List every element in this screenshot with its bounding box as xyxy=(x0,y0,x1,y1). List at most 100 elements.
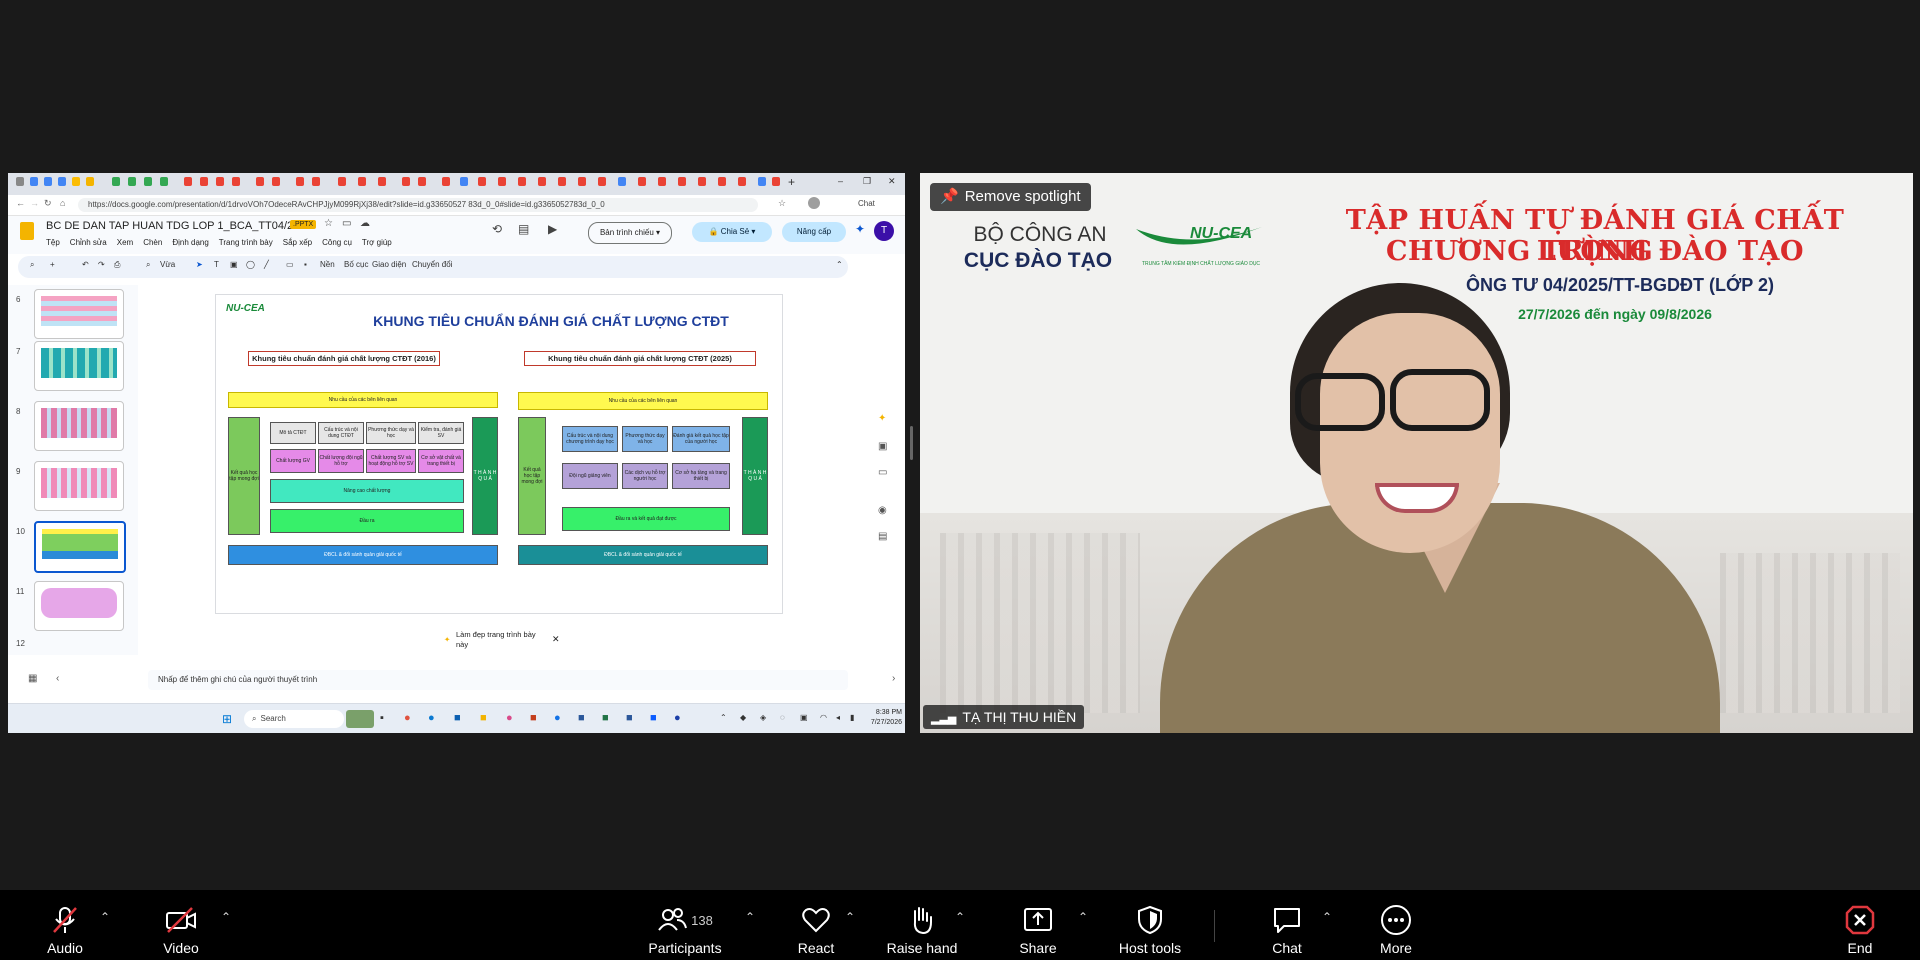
react-button[interactable]: React xyxy=(790,904,842,956)
doc-title[interactable]: BC DE DAN TAP HUAN TDG LOP 1_BCA_TT04/20… xyxy=(46,220,312,232)
forward-icon[interactable]: → xyxy=(30,198,39,208)
slides-logo-icon[interactable] xyxy=(20,222,34,240)
menu-insert[interactable]: Chèn xyxy=(143,238,162,247)
tab-icon[interactable] xyxy=(578,177,586,186)
tab-icon[interactable] xyxy=(558,177,566,186)
zoom-app-icon[interactable]: ■ xyxy=(650,712,657,724)
tab-icon[interactable] xyxy=(312,177,320,186)
bookmark-star-icon[interactable]: ☆ xyxy=(778,198,786,209)
tab-icon[interactable] xyxy=(378,177,386,186)
slide-thumbnail-selected[interactable] xyxy=(34,521,126,573)
menu-file[interactable]: Tệp xyxy=(46,238,60,247)
tab-icon[interactable] xyxy=(758,177,766,186)
menu-slide[interactable]: Trang trình bày xyxy=(219,238,273,247)
share-doc-button[interactable]: 🔒 Chia Sẻ ▾ xyxy=(692,222,772,242)
word-icon[interactable]: ■ xyxy=(626,712,633,724)
print-icon[interactable]: ⎙ xyxy=(114,260,120,270)
wifi-icon[interactable]: ◠ xyxy=(820,713,827,722)
slide-thumbnail[interactable] xyxy=(34,289,124,339)
file-explorer-icon[interactable]: ■ xyxy=(480,712,487,724)
tab-icon[interactable] xyxy=(86,177,94,186)
menu-tools[interactable]: Công cụ xyxy=(322,238,352,247)
video-options-caret-icon[interactable]: ⌃ xyxy=(221,910,231,924)
menu-view[interactable]: Xem xyxy=(117,238,133,247)
task-view-icon[interactable]: ▪ xyxy=(380,712,384,724)
comment-add-icon[interactable]: ▭ xyxy=(286,260,294,269)
tab-icon[interactable] xyxy=(402,177,410,186)
text-box-icon[interactable]: T xyxy=(214,260,219,269)
menu-format[interactable]: Định dạng xyxy=(172,238,208,247)
tab-icon[interactable] xyxy=(658,177,666,186)
slide-thumbnail[interactable] xyxy=(34,401,124,451)
raise-hand-button[interactable]: Raise hand xyxy=(880,904,964,956)
tab-icon[interactable] xyxy=(338,177,346,186)
tab-icon[interactable] xyxy=(16,177,24,186)
cloud-status-icon[interactable]: ☁ xyxy=(360,218,370,229)
store-icon[interactable]: ■ xyxy=(454,712,461,724)
grid-view-icon[interactable]: ▦ xyxy=(28,673,37,684)
tab-icon[interactable] xyxy=(638,177,646,186)
copilot-icon[interactable]: ● xyxy=(404,712,411,724)
url-input[interactable]: https://docs.google.com/presentation/d/1… xyxy=(78,198,758,212)
select-tool-icon[interactable]: ➤ xyxy=(196,260,203,269)
outlook-icon[interactable]: ■ xyxy=(578,712,585,724)
menu-help[interactable]: Trợ giúp xyxy=(362,238,392,247)
participants-button[interactable]: 138 Participants xyxy=(640,904,730,956)
tab-icon[interactable] xyxy=(256,177,264,186)
tab-icon[interactable] xyxy=(30,177,38,186)
minimize-icon[interactable]: – xyxy=(838,176,843,186)
browser-icon[interactable]: ● xyxy=(554,712,561,724)
audio-options-caret-icon[interactable]: ⌃ xyxy=(100,910,110,924)
image-icon[interactable]: ▣ xyxy=(230,260,238,269)
tab-icon[interactable] xyxy=(718,177,726,186)
slide-thumbnail[interactable] xyxy=(34,341,124,391)
comment-icon[interactable]: ▤ xyxy=(518,222,529,236)
participants-options-caret-icon[interactable]: ⌃ xyxy=(745,910,755,924)
gemini-icon[interactable]: ✦ xyxy=(855,222,865,236)
fill-color-icon[interactable]: ▪ xyxy=(304,260,307,269)
menu-arrange[interactable]: Sắp xếp xyxy=(283,238,312,247)
slide-thumbnail[interactable] xyxy=(34,581,124,631)
collapse-toolbar-icon[interactable]: ⌃ xyxy=(836,260,843,269)
folder-icon[interactable]: ▭ xyxy=(878,467,887,478)
meet-icon[interactable]: ▶ xyxy=(548,222,557,236)
app-icon[interactable]: ● xyxy=(674,712,681,724)
tab-icon[interactable] xyxy=(478,177,486,186)
notes-panel-icon[interactable]: ▤ xyxy=(878,531,887,542)
tab-icon[interactable] xyxy=(200,177,208,186)
tab-icon[interactable] xyxy=(538,177,546,186)
zoom-icon[interactable]: ⌕ xyxy=(146,260,150,270)
tab-icon[interactable] xyxy=(518,177,526,186)
tab-icon[interactable] xyxy=(418,177,426,186)
zoom-select[interactable]: Vừa xyxy=(160,260,175,269)
tab-icon[interactable] xyxy=(184,177,192,186)
tray-icon[interactable]: ◈ xyxy=(760,713,766,722)
split-handle[interactable] xyxy=(910,426,913,460)
tab-icon[interactable] xyxy=(216,177,224,186)
taskbar-search[interactable]: ⌕ Search xyxy=(244,710,344,728)
tab-icon[interactable] xyxy=(598,177,606,186)
speaker-notes[interactable]: Nhấp để thêm ghi chú của người thuyết tr… xyxy=(148,670,848,690)
chat-extension-label[interactable]: Chat xyxy=(858,199,875,208)
keep-icon[interactable]: ✦ xyxy=(878,413,886,424)
move-folder-icon[interactable]: ▭ xyxy=(342,218,351,229)
tab-icon[interactable] xyxy=(160,177,168,186)
share-options-caret-icon[interactable]: ⌃ xyxy=(1078,910,1088,924)
speaker-video[interactable]: BỘ CÔNG AN CỤC ĐÀO TẠO NU-CEA TRUNG TÂM … xyxy=(920,173,1913,733)
audio-button[interactable]: Audio xyxy=(40,904,90,956)
tab-icon[interactable] xyxy=(232,177,240,186)
tab-icon[interactable] xyxy=(144,177,152,186)
line-icon[interactable]: ╱ xyxy=(264,260,269,269)
tab-icon[interactable] xyxy=(296,177,304,186)
tab-icon[interactable] xyxy=(128,177,136,186)
video-button[interactable]: Video xyxy=(156,904,206,956)
battery-icon[interactable]: ▮ xyxy=(850,713,854,722)
new-tab-icon[interactable]: + xyxy=(788,175,795,189)
star-icon[interactable]: ☆ xyxy=(324,218,333,229)
slide-canvas[interactable]: NU-CEA KHUNG TIÊU CHUẨN ĐÁNH GIÁ CHẤT LƯ… xyxy=(216,295,782,613)
share-button[interactable]: Share xyxy=(1012,904,1064,956)
tab-icon[interactable] xyxy=(442,177,450,186)
tab-icon[interactable] xyxy=(72,177,80,186)
avatar[interactable]: T xyxy=(874,221,894,241)
undo-icon[interactable]: ↶ xyxy=(82,260,89,269)
